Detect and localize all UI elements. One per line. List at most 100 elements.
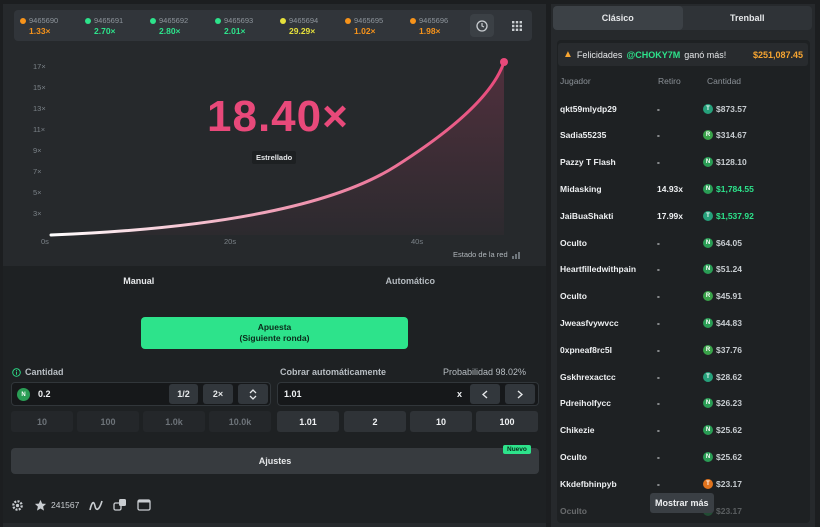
player-row[interactable]: Sadia55235- R $314.67 (560, 122, 805, 149)
cashout-quick-button[interactable]: 2 (344, 411, 406, 432)
player-name[interactable]: Oculto (560, 238, 657, 248)
network-state[interactable]: Estado de la red (453, 250, 522, 259)
player-row[interactable]: Oculto - R $45.91 (560, 283, 805, 310)
player-row[interactable]: Gskhrexactcc - T $28.62 (560, 363, 805, 390)
player-row[interactable]: Pdreiholfycc - N $26.23 (560, 390, 805, 417)
window-icon[interactable] (137, 499, 152, 511)
player-name[interactable]: JaiBuaShakti (560, 211, 657, 221)
cashout-increase-button[interactable] (505, 384, 535, 404)
player-amount-group: N $26.23 (703, 398, 742, 409)
player-cashout: - (657, 130, 660, 141)
player-name[interactable]: Sadia55235 (560, 130, 657, 140)
player-name[interactable]: Oculto (560, 506, 657, 516)
currency-coin-icon[interactable]: N (17, 388, 30, 401)
amount-quick-button[interactable]: 100 (77, 411, 139, 432)
tab-manual[interactable]: Manual (3, 268, 275, 294)
player-amount: $51.24 (716, 264, 742, 275)
cashout-quick-button[interactable]: 1.01 (277, 411, 339, 432)
tab-automatic[interactable]: Automático (275, 268, 547, 294)
player-name[interactable]: Oculto (560, 452, 657, 462)
history-item[interactable]: 9465690 1.33× (20, 16, 85, 36)
tab-trenball[interactable]: Trenball (683, 6, 813, 30)
show-more-button[interactable]: Mostrar más (650, 493, 714, 513)
player-row[interactable]: Pazzy T Flash - N $128.10 (560, 149, 805, 176)
player-row[interactable]: Jweasfvywvcc - N $44.83 (560, 309, 805, 336)
history-dot (280, 17, 286, 24)
cashout-quick-button[interactable]: 10 (410, 411, 472, 432)
amount-quick-button[interactable]: 10.0k (209, 411, 271, 432)
history-multiplier: 2.01× (224, 25, 246, 36)
info-icon[interactable] (12, 367, 21, 377)
player-amount-group: T $873.57 (703, 103, 747, 114)
history-item[interactable]: 9465691 2.70× (85, 16, 150, 36)
history-item[interactable]: 9465692 2.80× (150, 16, 215, 36)
player-row[interactable]: 0xpneaf8rc5l - R $37.76 (560, 336, 805, 363)
player-name[interactable]: Jweasfvywvcc (560, 318, 657, 328)
player-row[interactable]: Heartfilledwithpain - N $51.24 (560, 256, 805, 283)
player-name[interactable]: Kkdefbhinpyb (560, 479, 657, 489)
player-cashout: - (657, 317, 660, 328)
history-item[interactable]: 9465696 1.98× (410, 16, 475, 36)
coin-icon: N (703, 398, 713, 409)
signal-icon (511, 251, 520, 259)
player-row[interactable]: Oculto - N $64.05 (560, 229, 805, 256)
stats-chart-icon[interactable] (89, 499, 104, 512)
player-amount: $44.83 (716, 317, 742, 328)
amount-range-button[interactable] (238, 384, 268, 404)
chevron-up-down-icon (249, 388, 257, 400)
cashout-label: Cobrar automáticamente (280, 367, 387, 377)
dice-icon[interactable] (113, 498, 127, 512)
history-multiplier: 1.98× (419, 25, 441, 36)
history-clock-button[interactable] (470, 14, 494, 37)
player-amount: $23.17 (716, 478, 742, 489)
player-name[interactable]: Heartfilledwithpain (560, 264, 657, 274)
coin-icon: N (703, 157, 713, 168)
history-item[interactable]: 9465695 1.02× (345, 16, 410, 36)
player-name[interactable]: 0xpneaf8rc5l (560, 345, 657, 355)
settings-gear-icon[interactable] (11, 499, 24, 512)
grid-view-button[interactable] (505, 14, 529, 37)
history-item[interactable]: 9465693 2.01× (215, 16, 280, 36)
cashout-decrease-button[interactable] (470, 384, 500, 404)
bet-button[interactable]: Apuesta (Siguiente ronda) (141, 317, 408, 349)
settings-button[interactable]: Ajustes (11, 448, 539, 474)
col-cashout-header: Retiro (658, 76, 681, 86)
player-name[interactable]: Oculto (560, 291, 657, 301)
bet-button-label: Apuesta (257, 322, 292, 332)
player-name[interactable]: Chikezie (560, 425, 657, 435)
player-amount-group: T $23.17 (703, 478, 742, 489)
double-button[interactable]: 2× (203, 384, 233, 404)
player-row[interactable]: qkt59mlydp29- T $873.57 (560, 95, 805, 122)
player-amount: $1,784.55 (716, 183, 754, 194)
player-amount-group: N $128.10 (703, 157, 747, 168)
player-name[interactable]: Midasking (560, 184, 657, 194)
x-tick-label: 0s (41, 237, 49, 246)
amount-quick-button[interactable]: 1.0k (143, 411, 205, 432)
history-dot (85, 17, 91, 24)
player-name[interactable]: Pazzy T Flash (560, 157, 657, 167)
congrats-user[interactable]: @CHOKY7M (626, 50, 680, 60)
history-item[interactable]: 9465694 29.29× (280, 16, 345, 36)
amount-quick-button[interactable]: 10 (11, 411, 73, 432)
tab-classic[interactable]: Clásico (553, 6, 683, 30)
player-name[interactable]: Pdreiholfycc (560, 398, 657, 408)
player-amount-group: N $1,784.55 (703, 183, 754, 194)
player-name[interactable]: qkt59mlydp29 (560, 104, 657, 114)
player-amount-group: N $51.24 (703, 264, 742, 275)
player-amount: $23.17 (716, 505, 742, 516)
history-dot (410, 17, 416, 24)
player-amount-group: R $314.67 (703, 130, 747, 141)
x-tick-label: 40s (411, 237, 423, 246)
col-player-header: Jugador (560, 76, 591, 86)
player-row[interactable]: Chikezie - N $25.62 (560, 417, 805, 444)
player-row[interactable]: Midasking 14.93x N $1,784.55 (560, 175, 805, 202)
favorites-button[interactable]: 241567 (34, 499, 79, 512)
player-row[interactable]: JaiBuaShakti 17.99x T $1,537.92 (560, 202, 805, 229)
bottom-toolbar: 241567 (11, 494, 152, 516)
half-button[interactable]: 1/2 (169, 384, 198, 404)
history-id: 9465696 (419, 15, 449, 25)
cashout-quick-button[interactable]: 100 (476, 411, 538, 432)
player-name[interactable]: Gskhrexactcc (560, 372, 657, 382)
player-row[interactable]: Oculto - N $25.62 (560, 443, 805, 470)
player-cashout: - (657, 425, 660, 436)
